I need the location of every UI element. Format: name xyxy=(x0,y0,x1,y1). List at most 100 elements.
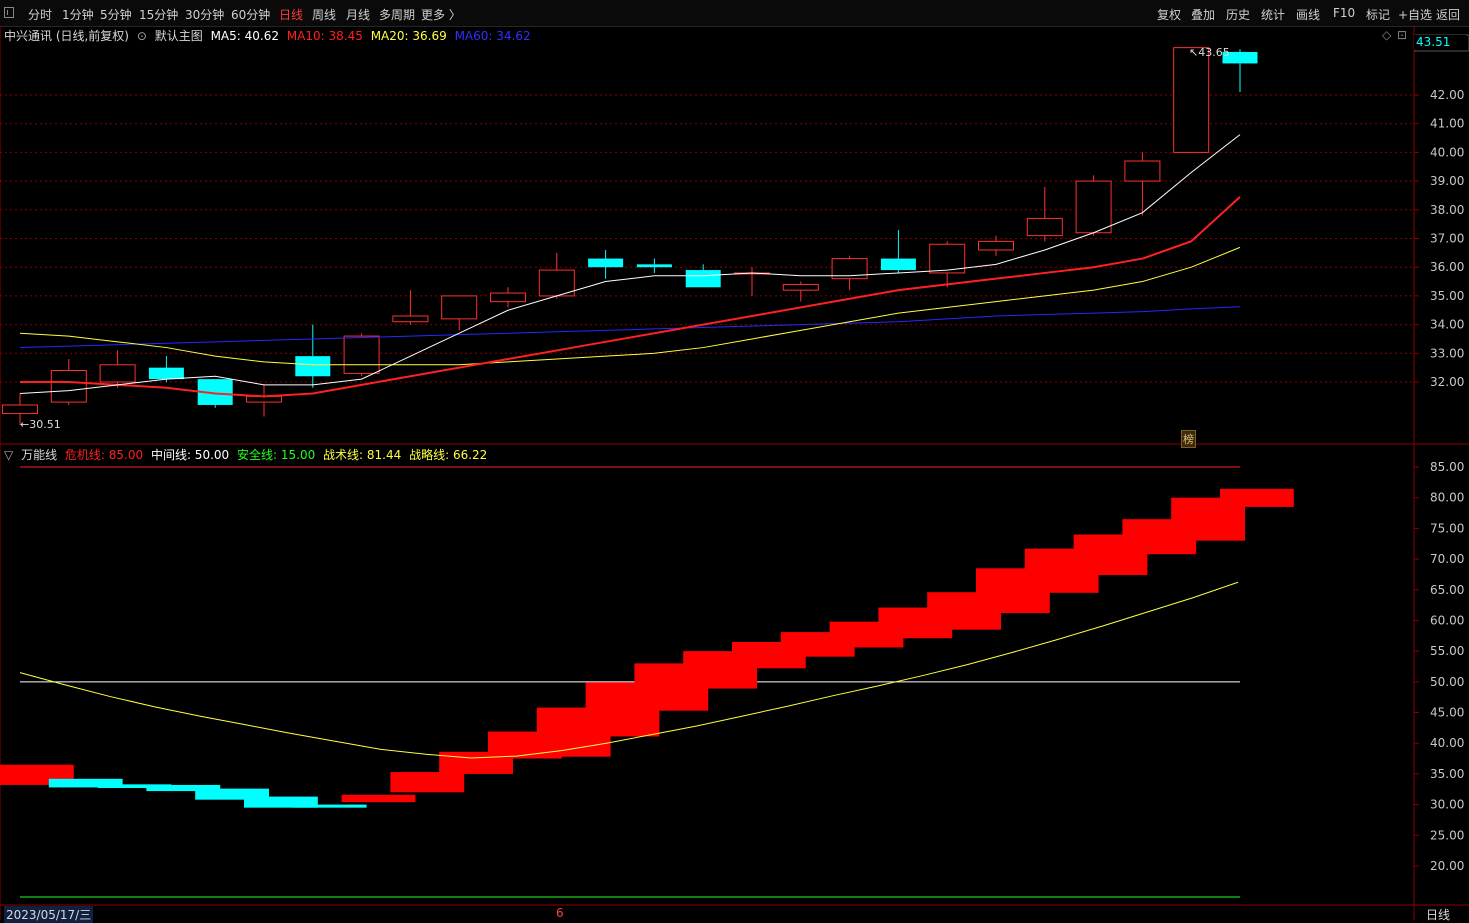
tactic-block xyxy=(390,772,465,793)
candle-body xyxy=(392,315,429,323)
period-tab-1min[interactable]: 1分钟 xyxy=(62,6,94,23)
diamond-icon[interactable]: ◇ xyxy=(1382,28,1391,42)
indicator-tick-label: 85.00 xyxy=(1430,460,1464,474)
indicator-tick-label: 40.00 xyxy=(1430,736,1464,750)
high-price-value: 43.65 xyxy=(1198,46,1230,59)
indicator-tick-label: 25.00 xyxy=(1430,828,1464,842)
indicator-tick-label: 75.00 xyxy=(1430,521,1464,535)
ma5-label: MA5: 40.62 xyxy=(210,29,279,43)
period-tab-60min[interactable]: 60分钟 xyxy=(231,6,270,23)
main-legend: 中兴通讯 (日线,前复权) ⊙ 默认主图 MA5: 40.62 MA10: 38… xyxy=(4,27,535,44)
candle-body xyxy=(441,295,478,320)
fuquan-button[interactable]: 复权 xyxy=(1157,6,1181,23)
candle-body xyxy=(50,370,87,403)
period-tab-weekly[interactable]: 周线 xyxy=(312,6,336,23)
indicator-tick-label: 50.00 xyxy=(1430,675,1464,689)
current-price-value: 43.51 xyxy=(1416,35,1451,49)
tactic-block xyxy=(341,794,416,803)
period-tab-5min[interactable]: 5分钟 xyxy=(100,6,132,23)
ma60-line xyxy=(19,306,1241,349)
period-tab-monthly[interactable]: 月线 xyxy=(346,6,370,23)
tactic-line-label: 战术线: 81.44 xyxy=(323,448,402,462)
candle-body xyxy=(1075,180,1112,234)
template-name[interactable]: 默认主图 xyxy=(155,29,203,43)
low-price-value: 30.51 xyxy=(29,418,61,431)
price-tick-label: 33.00 xyxy=(1430,346,1464,360)
current-price-tag: 43.51 xyxy=(1414,35,1466,50)
menu-icon[interactable] xyxy=(4,7,14,18)
candle-body xyxy=(1173,47,1210,153)
tactic-block xyxy=(1220,488,1294,507)
draw-line-button[interactable]: 画线 xyxy=(1296,6,1320,23)
price-tick-label: 34.00 xyxy=(1430,318,1464,332)
period-tab-30min[interactable]: 30分钟 xyxy=(185,6,224,23)
price-tick-label: 39.00 xyxy=(1430,174,1464,188)
indicator-tick-label: 35.00 xyxy=(1430,767,1464,781)
ma20-line xyxy=(19,246,1241,366)
strategy-line-label: 战略线: 66.22 xyxy=(409,448,488,462)
period-tab-daily[interactable]: 日线 xyxy=(279,6,303,23)
candle-body xyxy=(685,270,721,288)
mark-button[interactable]: 标记 xyxy=(1366,6,1390,23)
candle-body xyxy=(978,240,1014,251)
overlay-button[interactable]: 叠加 xyxy=(1191,6,1215,23)
f10-button[interactable]: F10 xyxy=(1333,6,1355,20)
danger-line-label: 危机线: 85.00 xyxy=(64,448,144,462)
ma20-label: MA20: 36.69 xyxy=(370,29,447,43)
indicator-name[interactable]: 万能线 xyxy=(21,448,57,462)
kline-chart[interactable]: 32.00 33.00 34.00 35.00 36.00 37.00 38.00 39.00… xyxy=(0,26,1469,920)
candle-body xyxy=(490,292,526,303)
candle-body xyxy=(295,356,331,377)
high-price-marker: ↖43.65 xyxy=(1189,46,1230,59)
back-button[interactable]: 返回 xyxy=(1436,6,1460,23)
period-tab-15min[interactable]: 15分钟 xyxy=(139,6,178,23)
indicator-tick-label: 30.00 xyxy=(1430,798,1464,812)
history-button[interactable]: 历史 xyxy=(1226,6,1250,23)
price-tick-label: 41.00 xyxy=(1430,117,1464,131)
template-toggle-icon[interactable]: ⊙ xyxy=(137,29,147,43)
candle-body xyxy=(1124,160,1161,182)
sub-collapse-icon[interactable]: ▽ xyxy=(4,448,13,462)
tactic-block xyxy=(292,804,367,808)
price-tick-label: 32.00 xyxy=(1430,375,1464,389)
expand-icon[interactable]: ⊡ xyxy=(1397,28,1407,42)
indicator-tick-label: 60.00 xyxy=(1430,613,1464,627)
more-menu[interactable]: 更多 〉 xyxy=(421,6,461,23)
indicator-tick-label: 65.00 xyxy=(1430,583,1464,597)
indicator-tick-label: 55.00 xyxy=(1430,644,1464,658)
price-tick-label: 42.00 xyxy=(1430,88,1464,102)
indicator-tick-label: 80.00 xyxy=(1430,491,1464,505)
period-tab-fenshi[interactable]: 分时 xyxy=(28,6,52,23)
candle-body xyxy=(343,335,380,374)
sub-legend: ▽ 万能线 危机线: 85.00 中间线: 50.00 安全线: 15.00 战… xyxy=(4,446,491,463)
period-toolbar: 分时 1分钟 5分钟 15分钟 30分钟 60分钟 日线 周线 月线 多周期 更… xyxy=(0,0,1469,27)
rank-badge-icon[interactable]: 榜 xyxy=(1181,430,1196,448)
period-tab-multi[interactable]: 多周期 xyxy=(379,6,415,23)
price-tick-label: 35.00 xyxy=(1430,289,1464,303)
middle-line-label: 中间线: 50.00 xyxy=(150,448,230,462)
ma10-label: MA10: 38.45 xyxy=(286,29,363,43)
safety-line-label: 安全线: 15.00 xyxy=(237,448,316,462)
month-marker: 6 xyxy=(556,906,564,920)
candle-body xyxy=(636,264,672,268)
ma60-label: MA60: 34.62 xyxy=(454,29,531,43)
indicator-tick-label: 70.00 xyxy=(1430,552,1464,566)
candle-body xyxy=(880,258,916,271)
date-cursor-label: 2023/05/17/三 xyxy=(4,906,94,923)
statistics-button[interactable]: 统计 xyxy=(1261,6,1285,23)
price-tick-label: 40.00 xyxy=(1430,145,1464,159)
stock-title[interactable]: 中兴通讯 (日线,前复权) xyxy=(4,29,129,43)
indicator-tick-label: 45.00 xyxy=(1430,706,1464,720)
candle-body xyxy=(2,404,38,415)
low-price-marker: ←30.51 xyxy=(20,418,61,431)
candle-body xyxy=(782,283,819,291)
candle-body xyxy=(588,258,624,268)
add-watchlist-button[interactable]: +自选 xyxy=(1398,6,1432,23)
candle-body xyxy=(99,364,136,383)
indicator-tick-label: 20.00 xyxy=(1430,859,1464,873)
period-indicator: 日线 xyxy=(1426,908,1451,922)
price-tick-label: 36.00 xyxy=(1430,260,1464,274)
candle-body xyxy=(148,367,184,380)
candle-body xyxy=(1026,217,1063,237)
price-tick-label: 37.00 xyxy=(1430,232,1464,246)
